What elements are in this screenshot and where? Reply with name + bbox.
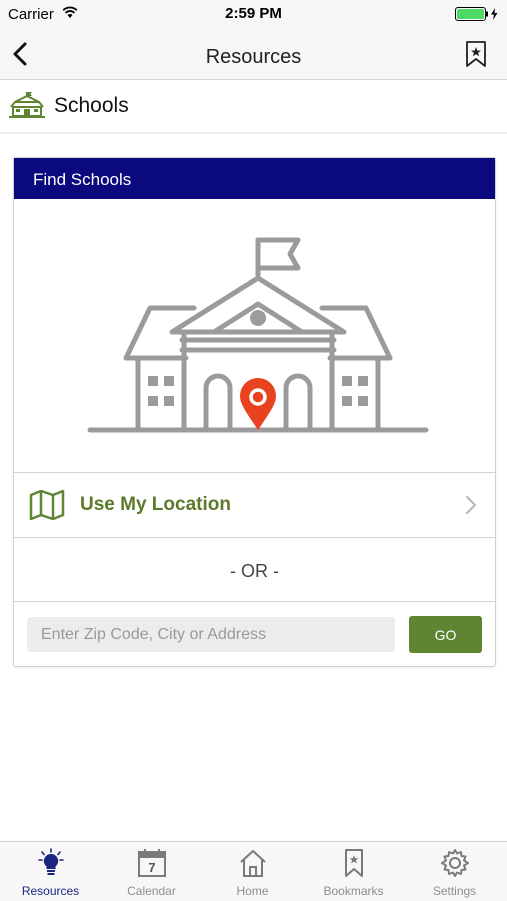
- tab-label: Resources: [21, 884, 80, 898]
- bookmark-icon: [345, 849, 363, 877]
- home-icon: [240, 850, 266, 877]
- tab-settings[interactable]: Settings: [404, 842, 505, 901]
- calendar-day: 7: [148, 860, 155, 875]
- or-separator: - OR -: [230, 561, 279, 581]
- map-icon: [29, 490, 65, 520]
- tab-label: Settings: [432, 884, 477, 898]
- battery-icon: [455, 7, 498, 21]
- find-schools-card: Find Schools Use My Location - OR - Ente…: [13, 157, 496, 667]
- card-title: Find Schools: [33, 170, 132, 189]
- schools-section-header: Schools: [0, 80, 507, 134]
- tab-calendar[interactable]: 7 Calendar: [101, 842, 202, 901]
- tab-resources[interactable]: Resources: [0, 842, 101, 901]
- tab-label: Home: [236, 884, 269, 898]
- location-search-input[interactable]: [27, 617, 395, 652]
- clock: 2:59 PM: [225, 5, 282, 22]
- page-title: Resources: [205, 46, 302, 68]
- bookmark-icon[interactable]: [465, 40, 487, 68]
- navigation-bar: Resources: [0, 28, 507, 80]
- school-icon: [9, 92, 45, 118]
- use-my-location-button[interactable]: Use My Location: [14, 473, 495, 537]
- school-location-illustration: [87, 237, 429, 433]
- tab-bookmarks[interactable]: Bookmarks: [303, 842, 404, 901]
- divider: [14, 601, 495, 602]
- lightbulb-icon: [38, 848, 64, 875]
- status-bar: Carrier 2:59 PM: [0, 0, 507, 28]
- go-button[interactable]: GO: [409, 616, 482, 653]
- divider: [14, 537, 495, 538]
- tab-label: Bookmarks: [323, 884, 384, 898]
- tab-home[interactable]: Home: [202, 842, 303, 901]
- use-my-location-label: Use My Location: [80, 494, 231, 515]
- chevron-right-icon: [466, 496, 477, 514]
- section-title: Schools: [54, 94, 129, 117]
- tab-bar: Resources 7 Calendar Home Bookmarks Sett…: [0, 841, 507, 901]
- gear-icon: [441, 849, 469, 877]
- card-header: Find Schools: [14, 158, 495, 199]
- tab-label: Calendar: [127, 884, 176, 898]
- calendar-icon: 7: [138, 849, 166, 877]
